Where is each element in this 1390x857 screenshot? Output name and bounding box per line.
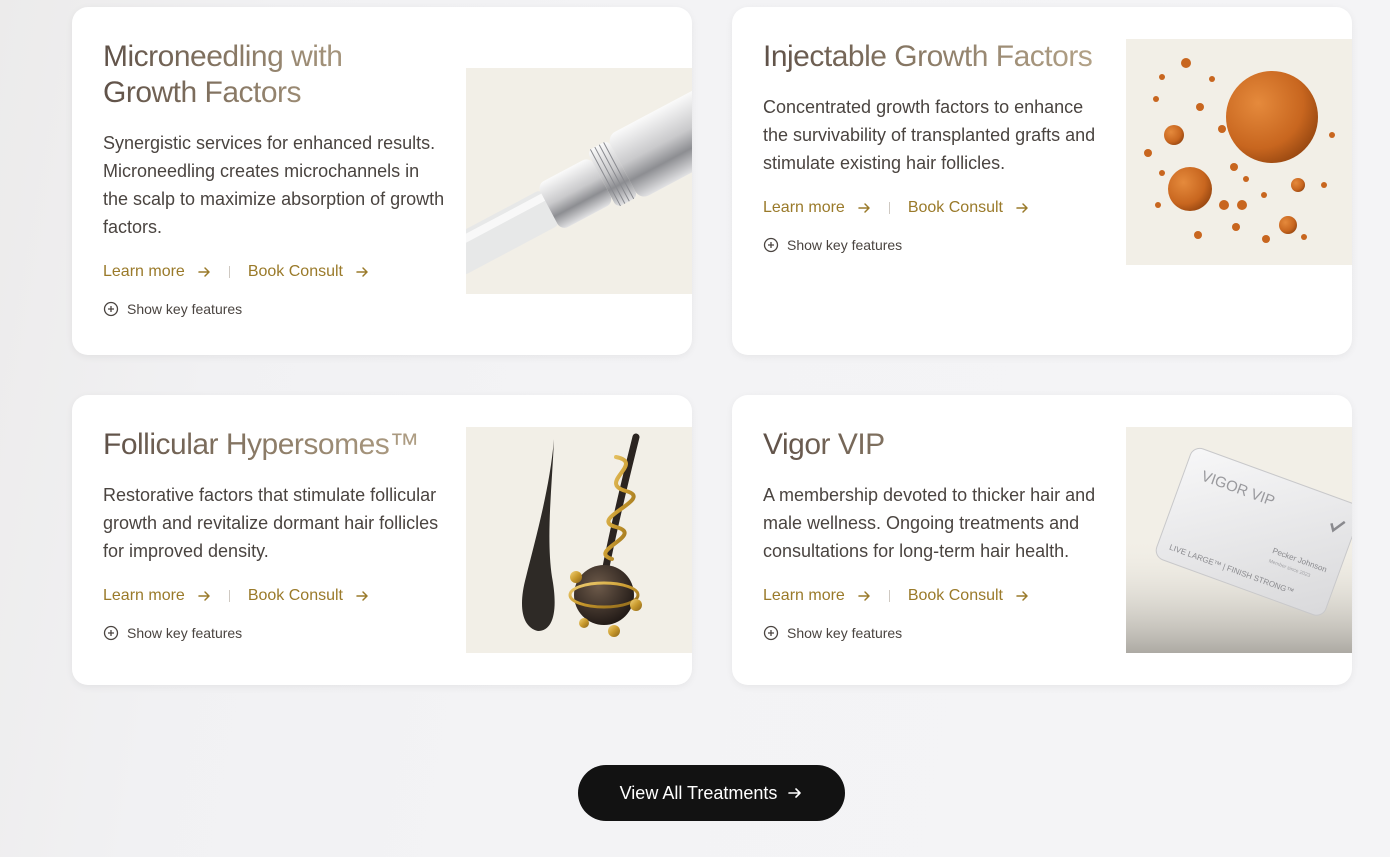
card-description: A membership devoted to thicker hair and… (763, 485, 1096, 561)
show-key-features-toggle[interactable]: Show key features (763, 625, 1108, 641)
card-title: Follicular Hypersomes™ (103, 427, 448, 463)
card-content: Microneedling with Growth Factors Synerg… (103, 39, 448, 317)
card-links: Learn more Book Consult (763, 587, 1108, 605)
plus-circle-icon (763, 237, 779, 253)
link-divider (228, 590, 230, 602)
show-key-features-toggle[interactable]: Show key features (103, 301, 448, 317)
arrow-right-icon (356, 267, 368, 277)
show-key-features-toggle[interactable]: Show key features (763, 237, 1108, 253)
card-links: Learn more Book Consult (103, 263, 448, 281)
card-description: Synergistic services for enhanced result… (103, 133, 445, 237)
arrow-right-icon (198, 267, 210, 277)
plus-circle-icon (103, 301, 119, 317)
card-title: Microneedling with Growth Factors (103, 39, 403, 111)
show-key-features-label: Show key features (127, 625, 243, 641)
learn-more-link[interactable]: Learn more (103, 587, 211, 605)
card-content: Injectable Growth Factors Concentrated g… (763, 39, 1108, 253)
book-consult-link[interactable]: Book Consult (908, 199, 1029, 217)
card-description: Restorative factors that stimulate folli… (103, 485, 439, 561)
microneedling-pen-image (466, 68, 692, 294)
link-divider (228, 266, 230, 278)
learn-more-label: Learn more (763, 587, 845, 604)
book-consult-label: Book Consult (907, 587, 1003, 604)
card-title: Injectable Growth Factors (763, 39, 1108, 75)
card-links: Learn more Book Consult (763, 199, 1108, 217)
arrow-right-icon (1016, 203, 1028, 213)
hair-follicles-image (466, 427, 692, 653)
plus-circle-icon (763, 625, 779, 641)
card-links: Learn more Book Consult (103, 587, 448, 605)
arrow-right-icon (788, 788, 802, 798)
learn-more-link[interactable]: Learn more (763, 199, 871, 217)
learn-more-label: Learn more (103, 263, 185, 280)
show-key-features-label: Show key features (787, 237, 903, 253)
card-content: Vigor VIP A membership devoted to thicke… (763, 427, 1108, 641)
arrow-right-icon (198, 591, 210, 601)
arrow-right-icon (858, 203, 870, 213)
book-consult-label: Book Consult (907, 199, 1003, 216)
link-divider (888, 202, 890, 214)
treatment-card-microneedling: Microneedling with Growth Factors Synerg… (72, 7, 692, 355)
show-key-features-label: Show key features (787, 625, 903, 641)
learn-more-label: Learn more (103, 587, 185, 604)
learn-more-link[interactable]: Learn more (763, 587, 871, 605)
link-divider (888, 590, 890, 602)
view-all-treatments-button[interactable]: View All Treatments (578, 765, 845, 821)
plus-circle-icon (103, 625, 119, 641)
vip-membership-card-image: VIGOR VIP Pecker Johnson Member since 20… (1126, 427, 1352, 653)
treatment-card-injectable: Injectable Growth Factors Concentrated g… (732, 7, 1352, 355)
book-consult-link[interactable]: Book Consult (248, 587, 369, 605)
show-key-features-label: Show key features (127, 301, 243, 317)
book-consult-link[interactable]: Book Consult (908, 587, 1029, 605)
treatment-card-hypersomes: Follicular Hypersomes™ Restorative facto… (72, 395, 692, 685)
card-title: Vigor VIP (763, 427, 1108, 463)
card-content: Follicular Hypersomes™ Restorative facto… (103, 427, 448, 641)
arrow-right-icon (858, 591, 870, 601)
learn-more-label: Learn more (763, 199, 845, 216)
book-consult-label: Book Consult (247, 587, 343, 604)
treatment-card-vigor-vip: Vigor VIP A membership devoted to thicke… (732, 395, 1352, 685)
learn-more-link[interactable]: Learn more (103, 263, 211, 281)
show-key-features-toggle[interactable]: Show key features (103, 625, 448, 641)
view-all-treatments-label: View All Treatments (619, 782, 778, 803)
book-consult-link[interactable]: Book Consult (248, 263, 369, 281)
card-description: Concentrated growth factors to enhance t… (763, 97, 1096, 173)
growth-spheres-image (1126, 39, 1352, 265)
book-consult-label: Book Consult (247, 263, 343, 280)
arrow-right-icon (356, 591, 368, 601)
arrow-right-icon (1016, 591, 1028, 601)
